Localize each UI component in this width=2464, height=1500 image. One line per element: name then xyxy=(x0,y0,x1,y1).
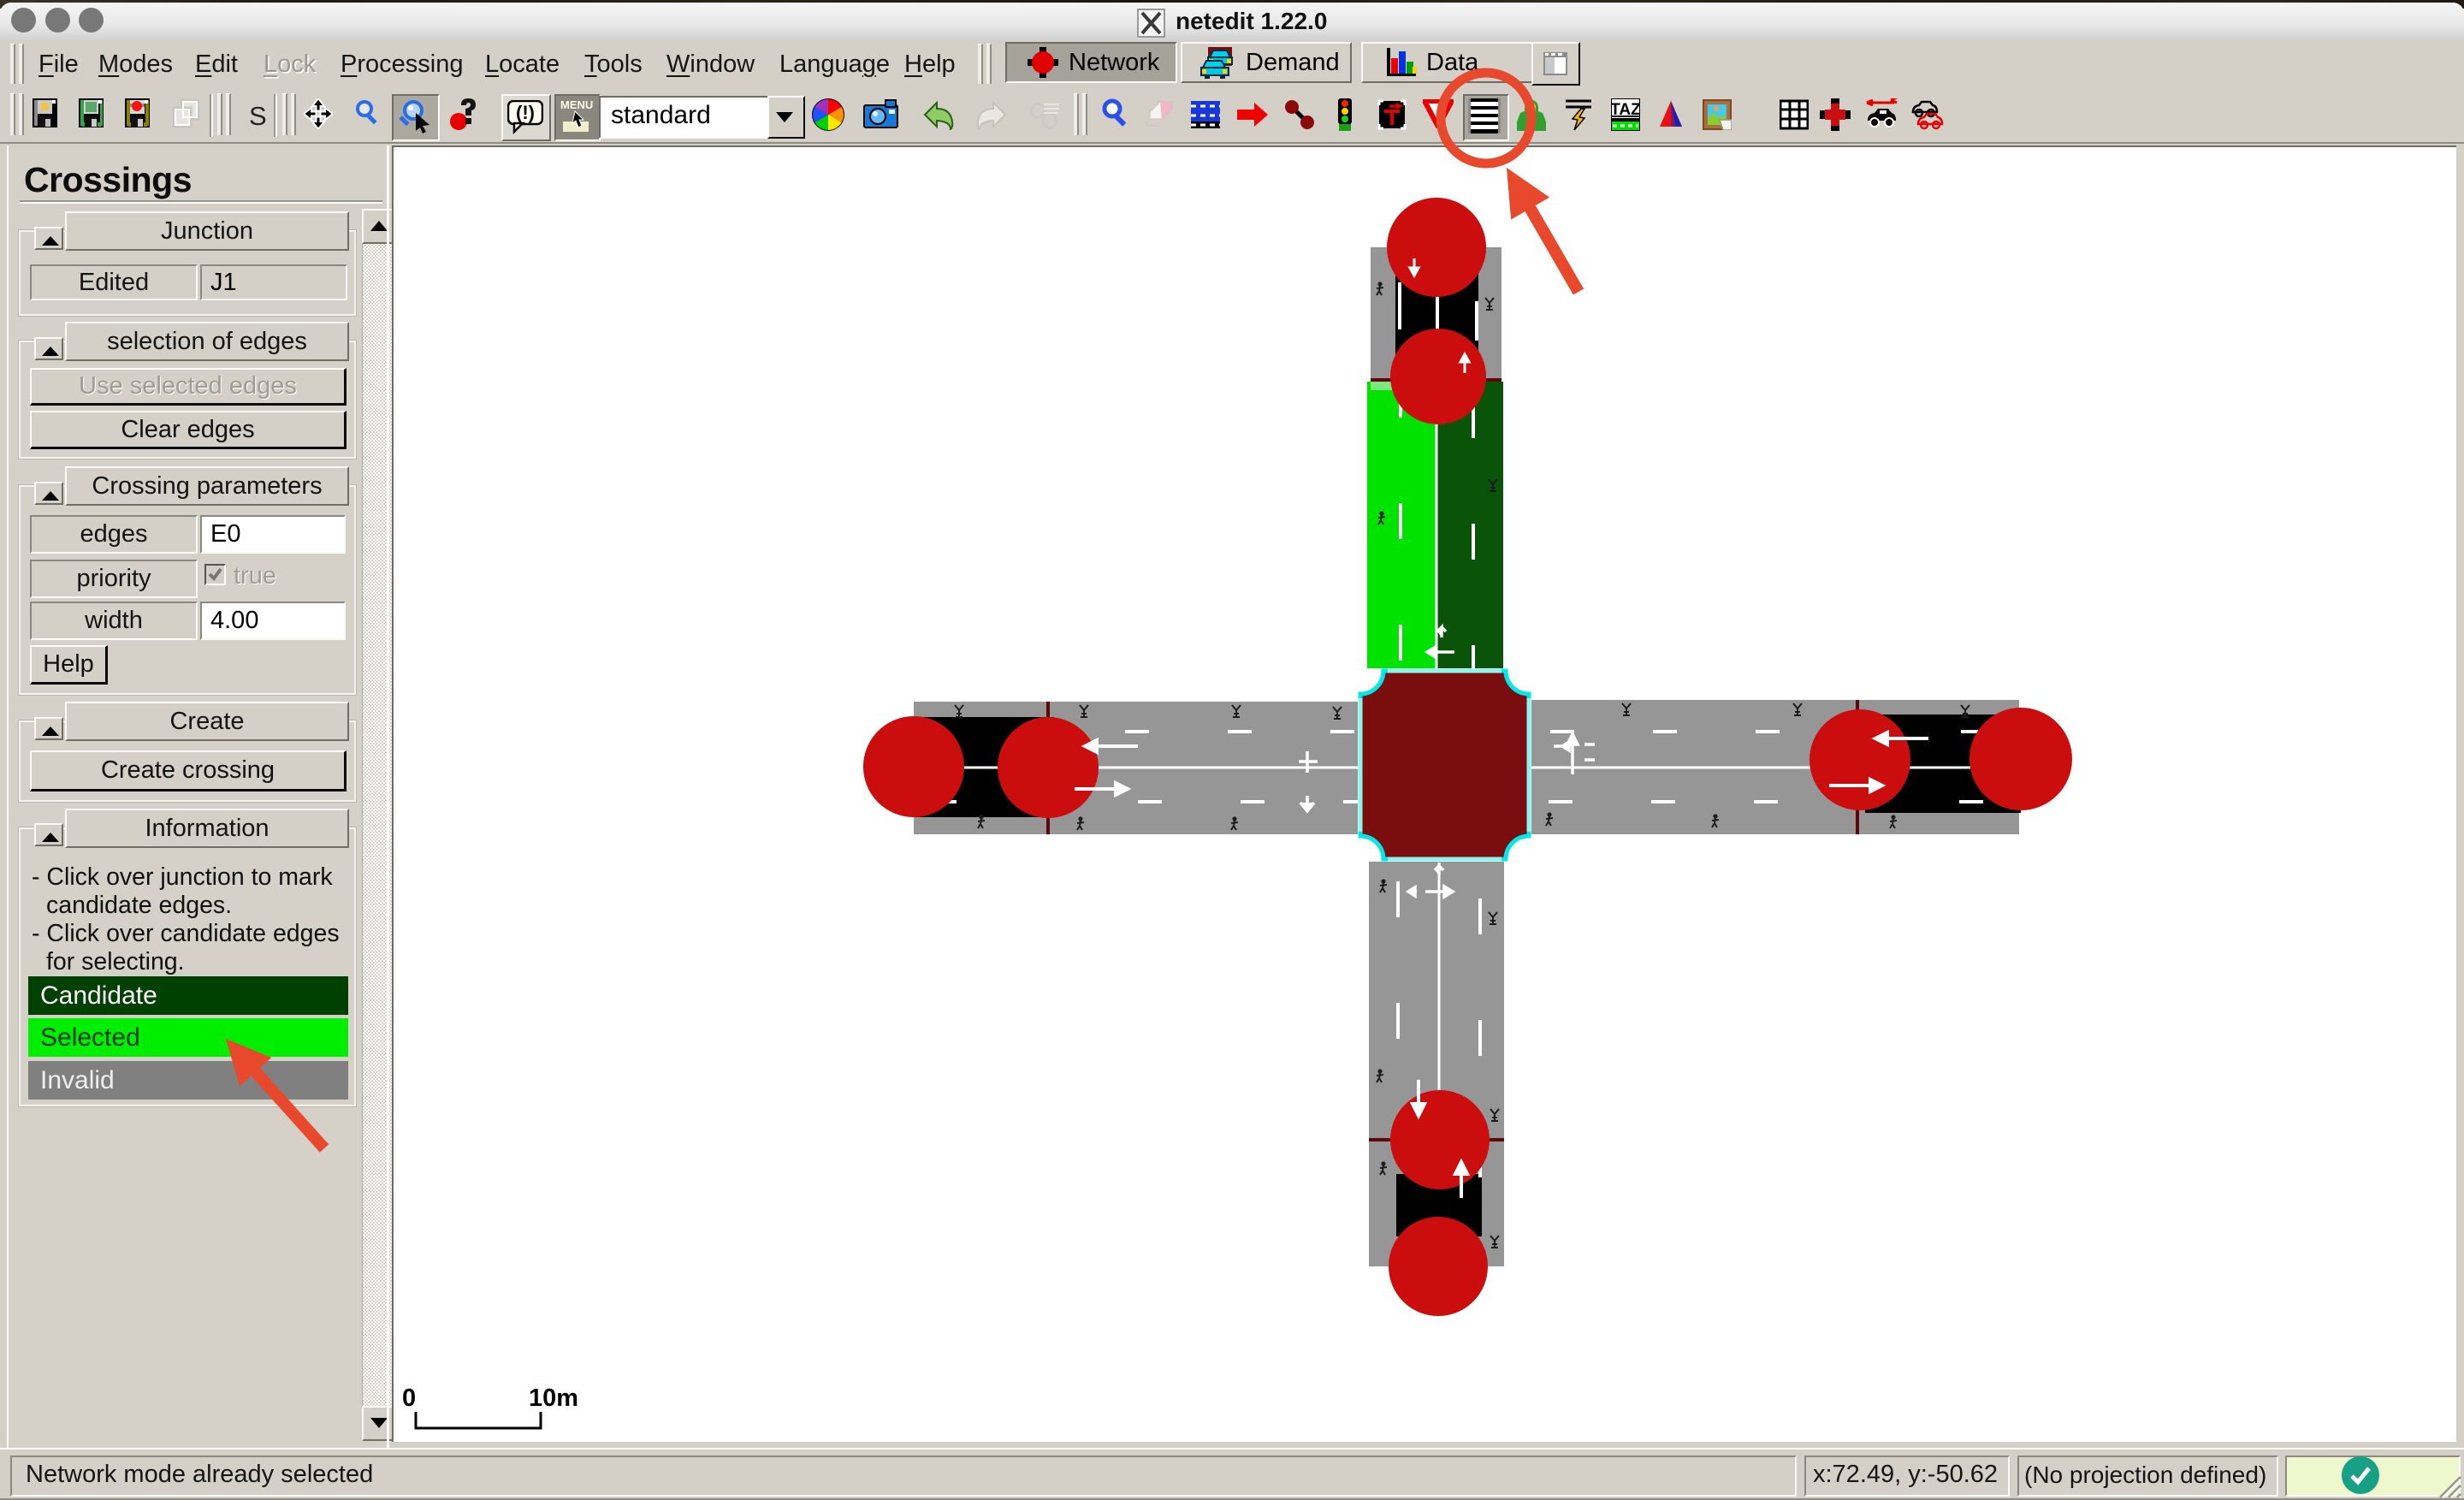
svg-text:(!): (!) xyxy=(516,102,535,123)
svg-text:0: 0 xyxy=(402,1384,416,1412)
svg-text:TAZ: TAZ xyxy=(1611,101,1640,119)
svg-text:10m: 10m xyxy=(529,1384,578,1412)
